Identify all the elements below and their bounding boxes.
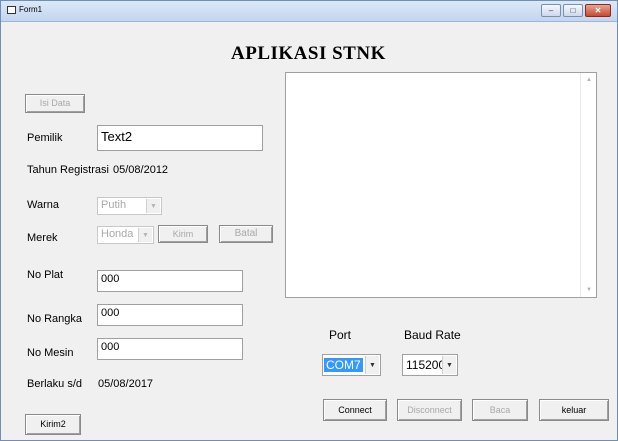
warna-combo[interactable]: Putih ▼ bbox=[97, 197, 162, 215]
minimize-button[interactable]: – bbox=[541, 4, 561, 17]
pemilik-label: Pemilik bbox=[27, 132, 63, 144]
kirim-button[interactable]: Kirim bbox=[158, 225, 208, 243]
chevron-down-icon: ▼ bbox=[146, 199, 160, 213]
no-rangka-input[interactable]: 000 bbox=[97, 304, 243, 326]
baud-rate-value: 115200 bbox=[406, 358, 446, 372]
window-title: Form1 bbox=[19, 5, 43, 14]
baud-rate-combo[interactable]: 115200 ▼ bbox=[402, 354, 458, 376]
title-bar: Form1 – □ ✕ bbox=[1, 1, 617, 22]
port-combo[interactable]: COM7 ▼ bbox=[322, 354, 381, 376]
app-title: APLIKASI STNK bbox=[231, 43, 386, 64]
tahun-registrasi-label: Tahun Registrasi bbox=[27, 164, 109, 176]
minimize-icon: – bbox=[548, 6, 554, 15]
port-value: COM7 bbox=[324, 358, 363, 372]
warna-value: Putih bbox=[101, 199, 127, 211]
batal-button[interactable]: Batal bbox=[219, 225, 273, 243]
keluar-button[interactable]: keluar bbox=[539, 399, 609, 421]
form-icon bbox=[7, 6, 16, 14]
berlaku-value: 05/08/2017 bbox=[98, 378, 154, 390]
connect-button[interactable]: Connect bbox=[323, 399, 387, 421]
close-icon: ✕ bbox=[594, 6, 602, 15]
no-plat-input[interactable]: 000 bbox=[97, 270, 243, 292]
main-window: Form1 – □ ✕ APLIKASI STNK Isi Data Pemil… bbox=[0, 0, 618, 441]
no-mesin-label: No Mesin bbox=[27, 347, 74, 359]
chevron-down-icon: ▼ bbox=[138, 228, 152, 242]
close-button[interactable]: ✕ bbox=[585, 4, 611, 17]
port-label: Port bbox=[329, 328, 352, 342]
pemilik-input[interactable]: Text2 bbox=[97, 125, 263, 151]
scroll-down-icon[interactable]: ▼ bbox=[586, 287, 592, 293]
scroll-up-icon[interactable]: ▲ bbox=[586, 77, 592, 83]
maximize-button[interactable]: □ bbox=[563, 4, 583, 17]
maximize-icon: □ bbox=[570, 6, 576, 15]
no-mesin-input[interactable]: 000 bbox=[97, 338, 243, 360]
no-plat-label: No Plat bbox=[27, 269, 64, 281]
tahun-registrasi-value: 05/08/2012 bbox=[113, 164, 169, 176]
merek-label: Merek bbox=[27, 232, 58, 244]
vertical-scrollbar[interactable]: ▲ ▼ bbox=[580, 73, 596, 297]
output-textarea[interactable]: ▲ ▼ bbox=[285, 72, 597, 298]
isi-data-button[interactable]: Isi Data bbox=[25, 94, 85, 113]
kirim2-button[interactable]: Kirim2 bbox=[25, 414, 81, 435]
chevron-down-icon: ▼ bbox=[442, 356, 456, 374]
disconnect-button[interactable]: Disconnect bbox=[397, 399, 462, 421]
warna-label: Warna bbox=[27, 199, 59, 211]
no-rangka-label: No Rangka bbox=[27, 313, 83, 325]
merek-value: Honda bbox=[101, 228, 134, 240]
chevron-down-icon: ▼ bbox=[365, 356, 379, 374]
baud-rate-label: Baud Rate bbox=[404, 328, 461, 342]
baca-button[interactable]: Baca bbox=[472, 399, 528, 421]
merek-combo[interactable]: Honda ▼ bbox=[97, 226, 154, 244]
berlaku-label: Berlaku s/d bbox=[27, 378, 83, 390]
